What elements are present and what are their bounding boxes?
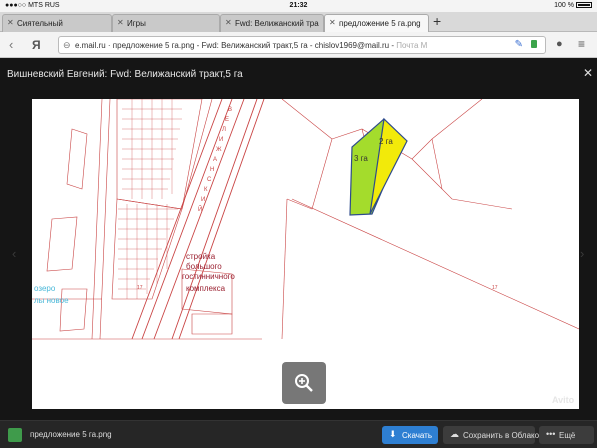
plot-3ha-label: 3 га: [354, 154, 368, 163]
battery-icon: [576, 2, 592, 8]
prev-arrow-icon[interactable]: ‹: [12, 246, 16, 261]
svg-text:стройка: стройка: [186, 252, 216, 261]
svg-text:большого: большого: [186, 262, 222, 271]
tab-1[interactable]: ✕ Сиятельный: [2, 14, 112, 32]
construction-note: стройка большого гостинничного комплекса: [182, 252, 235, 293]
svg-text:И: И: [201, 197, 205, 203]
url-hint: Почта M: [396, 41, 428, 50]
cloud-icon: ☁: [450, 429, 459, 439]
microphone-icon[interactable]: ●: [556, 38, 563, 50]
plot-2ha-label: 2 га: [379, 137, 393, 146]
svg-text:С: С: [207, 177, 212, 183]
tab-3[interactable]: ✕ Fwd: Велижанский тра: [220, 14, 324, 32]
clock: 21:32: [289, 2, 308, 9]
edit-icon[interactable]: ✎: [515, 39, 523, 50]
svg-text:17: 17: [492, 285, 498, 291]
svg-text:И: И: [219, 137, 223, 143]
tab-active[interactable]: ✕ предложение 5 га.png: [324, 14, 429, 32]
address-bar: ‹ Я ⊖ e.mail.ru · предложение 5 га.png -…: [0, 32, 597, 58]
battery-indicator: 100 %: [554, 2, 592, 9]
more-button[interactable]: ••• Ещё: [539, 426, 594, 444]
svg-text:Ж: Ж: [216, 147, 222, 153]
save-to-cloud-button[interactable]: ☁ Сохранить в Облако: [443, 426, 539, 444]
svg-text:Е: Е: [225, 117, 229, 123]
close-tab-icon[interactable]: ✕: [117, 18, 124, 27]
svg-text:Л: Л: [222, 127, 226, 133]
image-file-icon: [8, 428, 22, 442]
close-icon[interactable]: ✕: [583, 66, 593, 80]
download-button[interactable]: ⬇ Скачать: [382, 426, 438, 444]
lock-icon: [531, 40, 537, 48]
yandex-logo[interactable]: Я: [32, 38, 41, 52]
svg-text:лы новое: лы новое: [34, 296, 69, 305]
svg-text:В: В: [228, 107, 232, 113]
new-tab-button[interactable]: +: [433, 13, 441, 29]
svg-text:озеро: озеро: [34, 284, 56, 293]
download-icon: ⬇: [389, 429, 397, 439]
url-text: e.mail.ru · предложение 5 га.png - Fwd: …: [75, 41, 397, 50]
menu-icon[interactable]: ≡: [578, 37, 585, 51]
svg-text:Й: Й: [198, 205, 202, 213]
more-icon: •••: [546, 429, 556, 439]
road-label: ВЕ ЛИ ЖА НС КИ Й: [198, 107, 232, 213]
svg-text:комплекса: комплекса: [186, 284, 226, 293]
tab-2[interactable]: ✕ Игры: [112, 14, 220, 32]
back-icon[interactable]: ‹: [9, 37, 13, 52]
svg-text:гостинничного: гостинничного: [182, 272, 235, 281]
zoom-in-icon: [295, 374, 313, 392]
svg-text:А: А: [213, 157, 217, 163]
status-bar: ●●●○○ MTS RUS 21:32 100 %: [0, 0, 597, 12]
svg-text:17: 17: [137, 285, 143, 291]
watermark-text: Avito: [552, 395, 575, 405]
close-tab-icon[interactable]: ✕: [329, 18, 336, 27]
close-tab-icon[interactable]: ✕: [7, 18, 14, 27]
site-icon: ⊖: [63, 40, 71, 50]
attachment-filename: предложение 5 га.png: [30, 430, 112, 439]
url-field[interactable]: ⊖ e.mail.ru · предложение 5 га.png - Fwd…: [58, 36, 546, 54]
attachment-bar: предложение 5 га.png ⬇ Скачать ☁ Сохранить…: [0, 420, 597, 448]
next-arrow-icon[interactable]: ›: [580, 246, 584, 261]
zoom-button[interactable]: [282, 362, 326, 404]
viewer-title: Вишневский Евгений: Fwd: Велижанский тра…: [7, 69, 243, 80]
lake-label: озеро лы новое: [34, 284, 69, 305]
close-tab-icon[interactable]: ✕: [225, 18, 232, 27]
tab-bar: ✕ Сиятельный ✕ Игры ✕ Fwd: Велижанский тра …: [0, 12, 597, 32]
svg-text:К: К: [204, 187, 208, 193]
svg-text:Н: Н: [210, 167, 214, 173]
